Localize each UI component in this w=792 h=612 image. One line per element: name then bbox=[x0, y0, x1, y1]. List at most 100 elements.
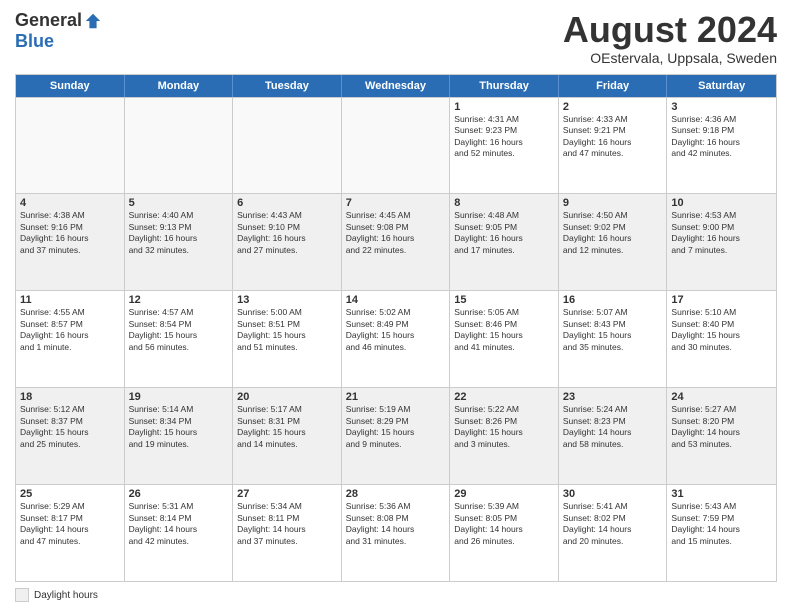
location: OEstervala, Uppsala, Sweden bbox=[563, 50, 777, 66]
day-number: 16 bbox=[563, 294, 663, 306]
day-number: 17 bbox=[671, 294, 772, 306]
day-info: Sunrise: 5:27 AM Sunset: 8:20 PM Dayligh… bbox=[671, 404, 772, 450]
calendar-cell: 27Sunrise: 5:34 AM Sunset: 8:11 PM Dayli… bbox=[233, 485, 342, 581]
day-number: 25 bbox=[20, 488, 120, 500]
calendar-cell: 22Sunrise: 5:22 AM Sunset: 8:26 PM Dayli… bbox=[450, 388, 559, 484]
day-number: 4 bbox=[20, 197, 120, 209]
day-info: Sunrise: 4:38 AM Sunset: 9:16 PM Dayligh… bbox=[20, 210, 120, 256]
day-number: 19 bbox=[129, 391, 229, 403]
calendar-cell bbox=[233, 98, 342, 194]
header: General Blue August 2024 OEstervala, Upp… bbox=[15, 10, 777, 66]
logo-text: General bbox=[15, 10, 102, 31]
day-info: Sunrise: 5:29 AM Sunset: 8:17 PM Dayligh… bbox=[20, 501, 120, 547]
page: General Blue August 2024 OEstervala, Upp… bbox=[0, 0, 792, 612]
day-info: Sunrise: 4:55 AM Sunset: 8:57 PM Dayligh… bbox=[20, 307, 120, 353]
calendar-cell: 8Sunrise: 4:48 AM Sunset: 9:05 PM Daylig… bbox=[450, 194, 559, 290]
calendar-cell: 21Sunrise: 5:19 AM Sunset: 8:29 PM Dayli… bbox=[342, 388, 451, 484]
day-info: Sunrise: 5:07 AM Sunset: 8:43 PM Dayligh… bbox=[563, 307, 663, 353]
calendar-row: 1Sunrise: 4:31 AM Sunset: 9:23 PM Daylig… bbox=[16, 97, 776, 194]
day-number: 31 bbox=[671, 488, 772, 500]
calendar-cell: 3Sunrise: 4:36 AM Sunset: 9:18 PM Daylig… bbox=[667, 98, 776, 194]
title-area: August 2024 OEstervala, Uppsala, Sweden bbox=[563, 10, 777, 66]
calendar: SundayMondayTuesdayWednesdayThursdayFrid… bbox=[15, 74, 777, 582]
day-info: Sunrise: 5:24 AM Sunset: 8:23 PM Dayligh… bbox=[563, 404, 663, 450]
day-info: Sunrise: 4:43 AM Sunset: 9:10 PM Dayligh… bbox=[237, 210, 337, 256]
calendar-cell: 15Sunrise: 5:05 AM Sunset: 8:46 PM Dayli… bbox=[450, 291, 559, 387]
footer-box bbox=[15, 588, 29, 602]
day-number: 3 bbox=[671, 101, 772, 113]
day-info: Sunrise: 5:14 AM Sunset: 8:34 PM Dayligh… bbox=[129, 404, 229, 450]
logo-icon bbox=[84, 12, 102, 30]
day-number: 26 bbox=[129, 488, 229, 500]
logo: General Blue bbox=[15, 10, 102, 52]
calendar-cell: 18Sunrise: 5:12 AM Sunset: 8:37 PM Dayli… bbox=[16, 388, 125, 484]
day-number: 27 bbox=[237, 488, 337, 500]
calendar-cell: 29Sunrise: 5:39 AM Sunset: 8:05 PM Dayli… bbox=[450, 485, 559, 581]
day-number: 6 bbox=[237, 197, 337, 209]
calendar-row: 18Sunrise: 5:12 AM Sunset: 8:37 PM Dayli… bbox=[16, 387, 776, 484]
calendar-cell: 6Sunrise: 4:43 AM Sunset: 9:10 PM Daylig… bbox=[233, 194, 342, 290]
day-header-monday: Monday bbox=[125, 75, 234, 97]
calendar-row: 4Sunrise: 4:38 AM Sunset: 9:16 PM Daylig… bbox=[16, 193, 776, 290]
day-info: Sunrise: 5:17 AM Sunset: 8:31 PM Dayligh… bbox=[237, 404, 337, 450]
day-number: 23 bbox=[563, 391, 663, 403]
calendar-cell: 10Sunrise: 4:53 AM Sunset: 9:00 PM Dayli… bbox=[667, 194, 776, 290]
day-info: Sunrise: 5:36 AM Sunset: 8:08 PM Dayligh… bbox=[346, 501, 446, 547]
day-number: 13 bbox=[237, 294, 337, 306]
day-number: 12 bbox=[129, 294, 229, 306]
calendar-cell: 13Sunrise: 5:00 AM Sunset: 8:51 PM Dayli… bbox=[233, 291, 342, 387]
day-info: Sunrise: 5:34 AM Sunset: 8:11 PM Dayligh… bbox=[237, 501, 337, 547]
day-number: 22 bbox=[454, 391, 554, 403]
day-info: Sunrise: 5:12 AM Sunset: 8:37 PM Dayligh… bbox=[20, 404, 120, 450]
calendar-cell: 14Sunrise: 5:02 AM Sunset: 8:49 PM Dayli… bbox=[342, 291, 451, 387]
day-number: 28 bbox=[346, 488, 446, 500]
day-info: Sunrise: 5:43 AM Sunset: 7:59 PM Dayligh… bbox=[671, 501, 772, 547]
calendar-cell: 7Sunrise: 4:45 AM Sunset: 9:08 PM Daylig… bbox=[342, 194, 451, 290]
calendar-cell: 25Sunrise: 5:29 AM Sunset: 8:17 PM Dayli… bbox=[16, 485, 125, 581]
calendar-header: SundayMondayTuesdayWednesdayThursdayFrid… bbox=[16, 75, 776, 97]
logo-blue: Blue bbox=[15, 31, 54, 52]
day-info: Sunrise: 5:02 AM Sunset: 8:49 PM Dayligh… bbox=[346, 307, 446, 353]
day-info: Sunrise: 5:19 AM Sunset: 8:29 PM Dayligh… bbox=[346, 404, 446, 450]
day-header-friday: Friday bbox=[559, 75, 668, 97]
calendar-cell: 9Sunrise: 4:50 AM Sunset: 9:02 PM Daylig… bbox=[559, 194, 668, 290]
day-info: Sunrise: 4:31 AM Sunset: 9:23 PM Dayligh… bbox=[454, 114, 554, 160]
calendar-cell: 26Sunrise: 5:31 AM Sunset: 8:14 PM Dayli… bbox=[125, 485, 234, 581]
day-number: 11 bbox=[20, 294, 120, 306]
day-info: Sunrise: 4:36 AM Sunset: 9:18 PM Dayligh… bbox=[671, 114, 772, 160]
day-number: 5 bbox=[129, 197, 229, 209]
day-number: 29 bbox=[454, 488, 554, 500]
day-number: 1 bbox=[454, 101, 554, 113]
day-info: Sunrise: 5:41 AM Sunset: 8:02 PM Dayligh… bbox=[563, 501, 663, 547]
day-info: Sunrise: 4:57 AM Sunset: 8:54 PM Dayligh… bbox=[129, 307, 229, 353]
day-number: 7 bbox=[346, 197, 446, 209]
day-info: Sunrise: 4:40 AM Sunset: 9:13 PM Dayligh… bbox=[129, 210, 229, 256]
day-header-tuesday: Tuesday bbox=[233, 75, 342, 97]
month-title: August 2024 bbox=[563, 10, 777, 50]
day-header-sunday: Sunday bbox=[16, 75, 125, 97]
day-info: Sunrise: 5:31 AM Sunset: 8:14 PM Dayligh… bbox=[129, 501, 229, 547]
day-info: Sunrise: 4:50 AM Sunset: 9:02 PM Dayligh… bbox=[563, 210, 663, 256]
day-info: Sunrise: 5:05 AM Sunset: 8:46 PM Dayligh… bbox=[454, 307, 554, 353]
day-header-saturday: Saturday bbox=[667, 75, 776, 97]
calendar-cell bbox=[342, 98, 451, 194]
calendar-row: 11Sunrise: 4:55 AM Sunset: 8:57 PM Dayli… bbox=[16, 290, 776, 387]
day-info: Sunrise: 4:53 AM Sunset: 9:00 PM Dayligh… bbox=[671, 210, 772, 256]
calendar-cell: 28Sunrise: 5:36 AM Sunset: 8:08 PM Dayli… bbox=[342, 485, 451, 581]
calendar-row: 25Sunrise: 5:29 AM Sunset: 8:17 PM Dayli… bbox=[16, 484, 776, 581]
logo-general: General bbox=[15, 10, 82, 31]
calendar-cell: 2Sunrise: 4:33 AM Sunset: 9:21 PM Daylig… bbox=[559, 98, 668, 194]
day-header-wednesday: Wednesday bbox=[342, 75, 451, 97]
calendar-cell: 30Sunrise: 5:41 AM Sunset: 8:02 PM Dayli… bbox=[559, 485, 668, 581]
calendar-cell: 4Sunrise: 4:38 AM Sunset: 9:16 PM Daylig… bbox=[16, 194, 125, 290]
day-info: Sunrise: 4:48 AM Sunset: 9:05 PM Dayligh… bbox=[454, 210, 554, 256]
day-info: Sunrise: 4:45 AM Sunset: 9:08 PM Dayligh… bbox=[346, 210, 446, 256]
day-number: 15 bbox=[454, 294, 554, 306]
calendar-cell: 23Sunrise: 5:24 AM Sunset: 8:23 PM Dayli… bbox=[559, 388, 668, 484]
calendar-cell: 19Sunrise: 5:14 AM Sunset: 8:34 PM Dayli… bbox=[125, 388, 234, 484]
calendar-cell: 20Sunrise: 5:17 AM Sunset: 8:31 PM Dayli… bbox=[233, 388, 342, 484]
day-number: 2 bbox=[563, 101, 663, 113]
day-number: 14 bbox=[346, 294, 446, 306]
day-number: 18 bbox=[20, 391, 120, 403]
day-number: 30 bbox=[563, 488, 663, 500]
